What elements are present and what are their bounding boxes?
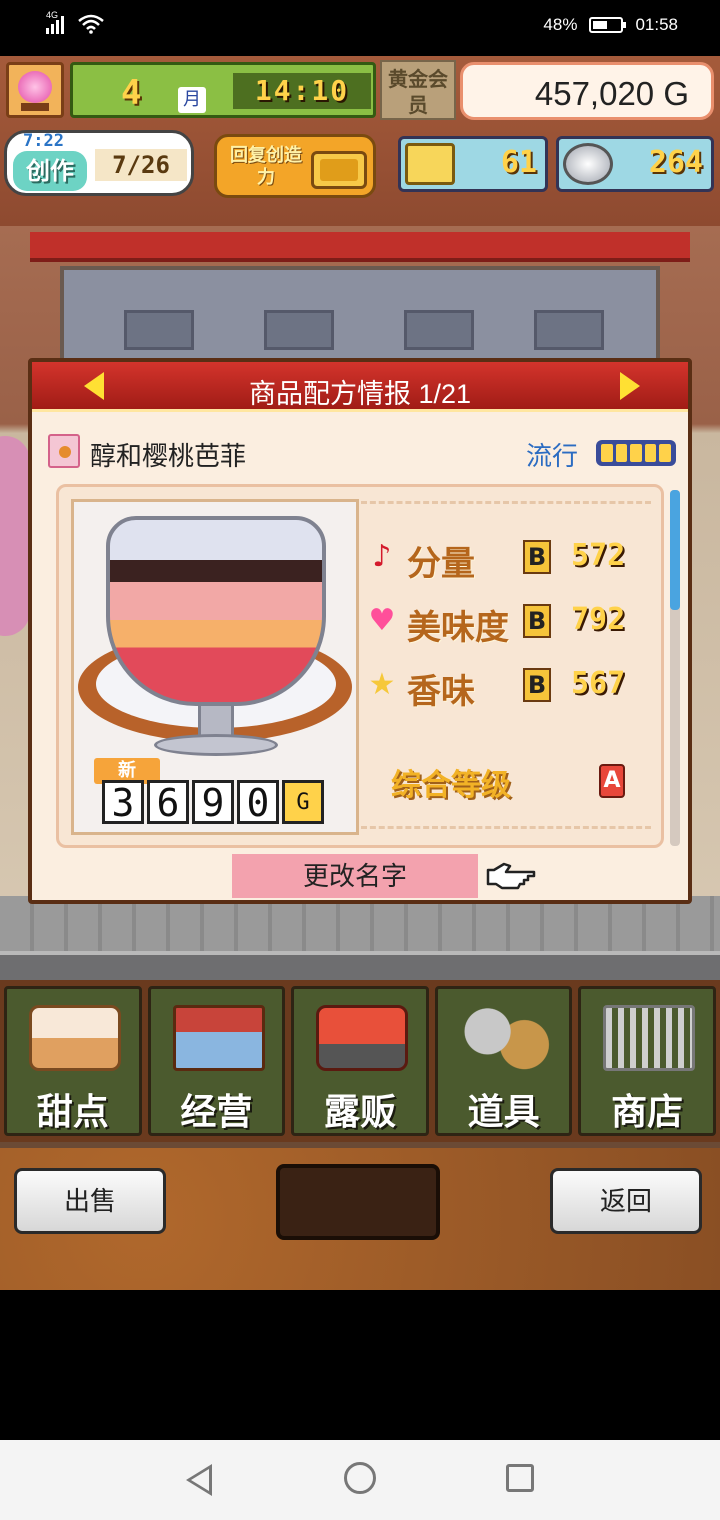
back-button[interactable]: 返回 [550,1168,702,1234]
price-digit: 9 [192,780,234,824]
empty-slot [276,1164,440,1240]
battery-percent: 48% [543,15,578,34]
battery-icon [589,17,627,33]
main-menu: 甜点 经营 露贩 道具 商店 [0,980,720,1142]
items-icon [459,1005,552,1071]
creation-timer: 7:22 [23,131,64,151]
dialog-header: 商品配方情报 1/21 [32,362,688,412]
menu-item-manage[interactable]: 经营 [147,986,286,1136]
menu-item-dessert[interactable]: 甜点 [4,986,142,1136]
nav-recents-icon[interactable] [506,1464,534,1492]
stat-label: 美味度 [407,608,509,648]
menu-label: 露贩 [323,1092,396,1133]
ticket-counter[interactable]: 61 [398,136,548,192]
ticket-count: 61 [500,145,537,180]
month-unit: 月 [178,87,206,113]
nav-home-icon[interactable] [344,1462,376,1494]
menu-item-items[interactable]: 道具 [434,986,573,1136]
rename-button[interactable]: 更改名字 [232,854,478,898]
month-number: 4 [121,73,142,113]
music-note-icon: ♪ [372,539,392,574]
product-card: 新 3 6 9 0 G ♪ 分量 B 572 ♥ 美味度 B 792 ★ 香味 … [56,484,664,848]
stat-value: 567 [571,666,626,701]
trend-label: 流行 [526,441,579,471]
stat-value: 572 [571,538,626,573]
creation-label: 创作 [13,151,87,191]
parfait-icon [106,516,326,706]
status-bar: 4G 48% 01:58 [0,0,720,56]
dessert-category-icon [48,434,80,468]
money-display: 457,020 G [460,62,714,120]
stat-grade: B [523,604,551,638]
food-truck-icon [316,1005,409,1071]
shop-avatar-icon[interactable] [6,62,64,118]
menu-label: 经营 [180,1092,253,1133]
menu-label: 道具 [467,1092,540,1133]
game-clock: 14:10 [233,73,371,109]
medal-icon [563,143,613,185]
signal-icon: 4G [46,10,64,34]
stat-row-taste: ♥ 美味度 B 792 [361,590,651,648]
tv-icon [311,151,367,189]
game-view: 4 月 14:10 黄金会员 457,020 G 7:22 创作 7/26 回复… [0,56,720,1290]
heart-icon: ♥ [368,603,396,638]
cake-icon [29,1005,121,1071]
menu-label: 商店 [611,1092,684,1133]
action-bar: 出售 返回 [0,1148,720,1290]
overall-grade: A [599,764,625,798]
menu-item-store[interactable]: 商店 [578,986,716,1136]
creation-count: 7/26 [95,149,187,181]
ticket-icon [405,143,455,185]
stat-value: 792 [571,602,626,637]
pointing-hand-icon [486,862,536,890]
dialog-scrollbar[interactable] [670,490,680,846]
product-name-row: 醇和樱桃芭菲 流行 [48,432,678,472]
menu-label: 甜点 [36,1092,109,1133]
next-arrow-icon[interactable] [620,372,640,400]
price-display: 3 6 9 0 G [102,780,324,824]
cart-icon [603,1005,696,1071]
sell-button[interactable]: 出售 [14,1168,166,1234]
wifi-icon [78,14,104,34]
star-icon: ★ [368,667,396,702]
trend-meter [596,440,676,466]
recipe-info-dialog: 商品配方情报 1/21 醇和樱桃芭菲 流行 新 3 6 9 0 G ♪ 分量 B… [28,358,692,904]
medal-count: 264 [648,145,703,180]
stat-label: 香味 [407,672,475,712]
stat-row-volume: ♪ 分量 B 572 [361,526,651,584]
stats-panel: ♪ 分量 B 572 ♥ 美味度 B 792 ★ 香味 B 567 综合等级 A [361,501,651,835]
menu-item-food-truck[interactable]: 露贩 [291,986,429,1136]
system-nav-bar [0,1440,720,1520]
restore-creativity-button[interactable]: 回复创造力 [214,134,376,198]
stat-label: 分量 [407,544,475,584]
product-image: 新 3 6 9 0 G [71,499,359,835]
overall-grade-label: 综合等级 [391,768,511,803]
status-time: 01:58 [635,15,678,34]
restore-creativity-label: 回复创造力 [230,145,302,188]
medal-counter[interactable]: 264 [556,136,714,192]
price-digit: 0 [237,780,279,824]
price-unit: G [282,780,324,824]
screen: 4G 48% 01:58 4 月 14:10 黄金会员 457,020 G 7:… [0,0,720,1520]
creation-panel[interactable]: 7:22 创作 7/26 [4,130,194,196]
price-digit: 6 [147,780,189,824]
calendar-panel: 4 月 14:10 [70,62,376,118]
shop-icon [172,1005,265,1071]
member-badge[interactable]: 黄金会员 [380,60,456,120]
stat-grade: B [523,540,551,574]
stat-row-aroma: ★ 香味 B 567 [361,654,651,712]
network-type: 4G [46,10,59,20]
nav-back-icon[interactable] [186,1464,212,1496]
product-name: 醇和樱桃芭菲 [90,441,247,471]
stat-grade: B [523,668,551,702]
price-digit: 3 [102,780,144,824]
dialog-title: 商品配方情报 1/21 [248,379,472,409]
